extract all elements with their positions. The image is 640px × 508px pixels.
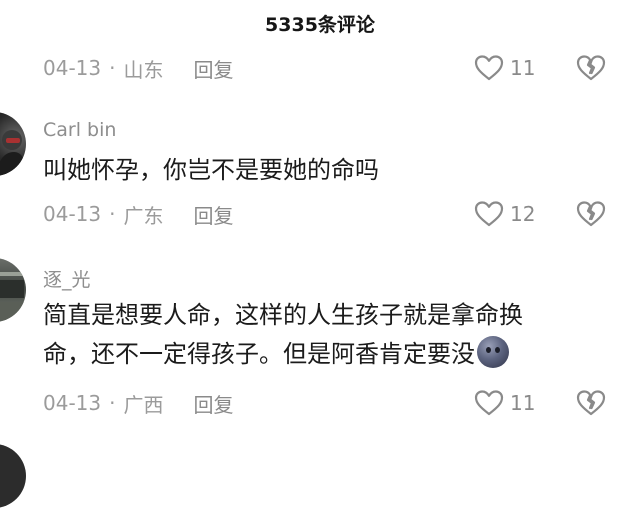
comment-text-line: 简直是想要人命，这样的人生孩子就是拿命换 <box>43 301 523 329</box>
comment-location: 山东 <box>123 57 164 82</box>
username[interactable]: Carl bin <box>43 119 116 141</box>
meta-separator: · <box>109 202 116 226</box>
reply-button[interactable]: 回复 <box>193 200 233 229</box>
heart-outline-icon <box>474 201 504 227</box>
comment-text: 简直是想要人命，这样的人生孩子就是拿命换 命，还不一定得孩子。但是阿香肯定要没 <box>43 296 603 374</box>
like-button[interactable]: 11 <box>474 53 535 83</box>
comment-date: 04-13 <box>43 202 102 226</box>
broken-heart-icon[interactable] <box>576 388 606 418</box>
comment-location: 广东 <box>123 203 164 228</box>
comment-date: 04-13 <box>43 56 102 80</box>
comment-meta-row: 04-13 · 山东 回复 <box>43 53 233 83</box>
meta-separator: · <box>109 391 116 415</box>
comment-location: 广西 <box>123 392 164 417</box>
heart-outline-icon <box>474 55 504 81</box>
like-count: 11 <box>510 56 536 80</box>
comment-text-line: 命，还不一定得孩子。但是阿香肯定要没 <box>43 335 603 374</box>
comment-meta-row: 04-13 · 广东 回复 <box>43 199 233 229</box>
like-button[interactable]: 12 <box>474 199 535 229</box>
avatar[interactable] <box>0 258 26 322</box>
username[interactable]: 逐_光 <box>43 265 91 292</box>
dark-moon-face-emoji <box>477 336 509 368</box>
like-count: 11 <box>510 391 536 415</box>
broken-heart-icon[interactable] <box>576 199 606 229</box>
like-button[interactable]: 11 <box>474 388 535 418</box>
comment-text-segment: 命，还不一定得孩子。但是阿香肯定要没 <box>43 340 475 368</box>
comment-count-title: 5335条评论 <box>265 14 375 36</box>
like-count: 12 <box>510 202 536 226</box>
avatar-image <box>0 130 26 176</box>
comment-text: 叫她怀孕，你岂不是要她的命吗 <box>43 156 379 184</box>
avatar[interactable] <box>0 112 26 176</box>
comment-meta-row: 04-13 · 广西 回复 <box>43 388 233 418</box>
meta-separator: · <box>109 56 116 80</box>
reply-button[interactable]: 回复 <box>193 54 233 83</box>
avatar-image <box>0 272 26 322</box>
heart-outline-icon <box>474 390 504 416</box>
comment-date: 04-13 <box>43 391 102 415</box>
broken-heart-icon[interactable] <box>576 53 606 83</box>
reply-button[interactable]: 回复 <box>193 389 233 418</box>
avatar[interactable] <box>0 444 26 508</box>
